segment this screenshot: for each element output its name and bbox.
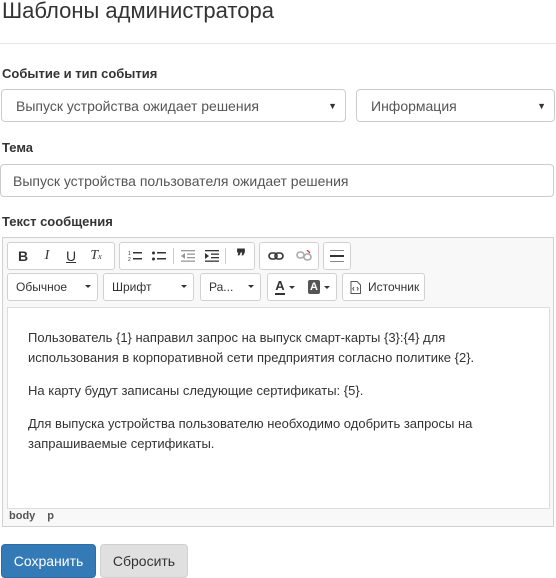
outdent-icon[interactable] (176, 243, 200, 269)
toolbar-separator (225, 248, 227, 264)
color-group: A A (267, 273, 337, 301)
svg-text:2: 2 (128, 257, 131, 262)
chevron-down-icon: ▼ (328, 101, 337, 111)
bold-icon[interactable]: B (11, 243, 35, 269)
source-icon (350, 280, 361, 294)
source-label: Источник (368, 280, 420, 294)
header-divider (0, 43, 556, 44)
element-path-p[interactable]: p (47, 510, 54, 522)
event-select-value: Выпуск устройства ожидает решения (16, 97, 259, 114)
horizontal-rule-icon[interactable] (324, 243, 350, 269)
source-button[interactable]: Источник (342, 273, 425, 301)
link-icon[interactable] (262, 243, 290, 269)
editor-content[interactable]: Пользователь {1} направил запрос на выпу… (7, 307, 550, 509)
message-label: Текст сообщения (2, 214, 113, 229)
basic-styles-group: B I U Tx (7, 242, 115, 270)
format-combo-label: Обычное (16, 280, 68, 294)
list-group: 12 ❞ (119, 242, 255, 270)
toolbar-separator (173, 248, 175, 264)
numbered-list-icon[interactable]: 12 (122, 243, 148, 269)
page-title: Шаблоны администратора (2, 0, 274, 23)
font-size-combo-label: Ра... (209, 280, 234, 294)
chevron-down-icon: ▼ (537, 101, 546, 111)
event-type-select-value: Информация (371, 97, 457, 114)
blockquote-icon[interactable]: ❞ (228, 243, 254, 269)
message-paragraph-3: Для выпуска устройства пользователю необ… (28, 416, 473, 451)
font-combo[interactable]: Шрифт (103, 273, 194, 301)
event-type-select[interactable]: Информация ▼ (356, 89, 555, 122)
subject-input[interactable]: Выпуск устройства пользователя ожидает р… (0, 164, 554, 197)
event-label: Событие и тип события (2, 66, 158, 81)
chevron-down-icon (181, 285, 187, 288)
text-color-button[interactable]: A (268, 274, 302, 300)
reset-button[interactable]: Сбросить (100, 544, 188, 578)
event-select[interactable]: Выпуск устройства ожидает решения ▼ (1, 89, 346, 122)
message-paragraph-2: На карту будут записаны следующие сертиф… (28, 383, 364, 398)
underline-icon[interactable]: U (59, 243, 83, 269)
unlink-icon[interactable] (290, 243, 318, 269)
italic-icon[interactable]: I (35, 243, 59, 269)
background-color-icon: A (308, 280, 320, 294)
format-combo[interactable]: Обычное (7, 273, 98, 301)
element-path-body[interactable]: body (9, 510, 35, 522)
horizontal-rule-group (323, 242, 351, 270)
chevron-down-icon (323, 285, 330, 289)
indent-icon[interactable] (200, 243, 224, 269)
background-color-button[interactable]: A (302, 274, 336, 300)
subject-label: Тема (2, 140, 34, 155)
element-path-bar: body p (9, 510, 66, 522)
bulleted-list-icon[interactable] (148, 243, 172, 269)
remove-format-icon[interactable]: Tx (83, 243, 109, 269)
rich-text-editor: B I U Tx 12 ❞ Обычное Шрифт Ра... A A Ис… (2, 237, 554, 527)
message-paragraph-1: Пользователь {1} направил запрос на выпу… (28, 330, 475, 365)
text-color-icon: A (275, 278, 285, 295)
font-size-combo[interactable]: Ра... (200, 273, 261, 301)
link-group (259, 242, 319, 270)
chevron-down-icon (85, 285, 91, 288)
chevron-down-icon (248, 285, 254, 288)
chevron-down-icon (288, 285, 295, 289)
save-button[interactable]: Сохранить (1, 544, 96, 578)
font-combo-label: Шрифт (112, 280, 152, 294)
